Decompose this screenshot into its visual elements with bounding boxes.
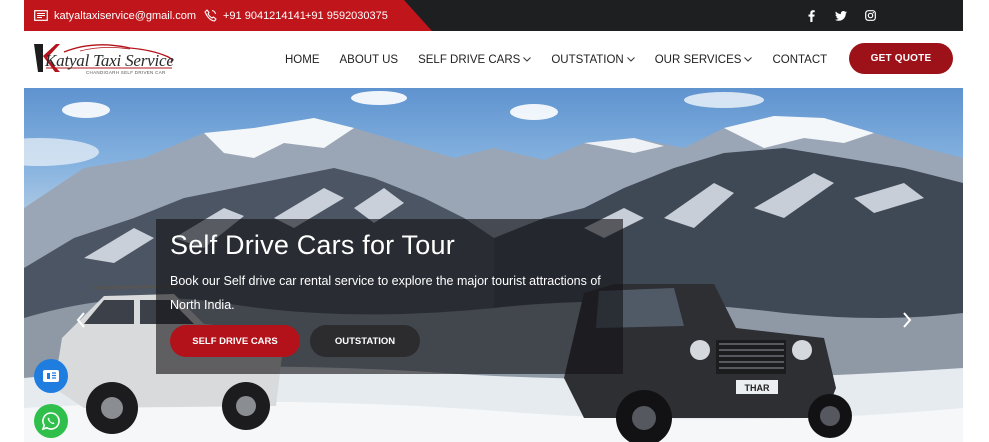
instagram-link[interactable]: [865, 0, 876, 31]
twitter-icon: [835, 10, 847, 21]
top-bar: katyaltaxiservice@gmail.com +91 90412141…: [24, 0, 963, 31]
nav-outstation-label: OUTSTATION: [551, 53, 624, 66]
phone-number-2: +91 9592030375: [305, 9, 388, 22]
phone-link[interactable]: +91 9041214141: [204, 0, 306, 31]
twitter-link[interactable]: [835, 0, 847, 31]
hero-description: Book our Self drive car rental service t…: [170, 274, 601, 312]
logo-name: Katyal Taxi Service: [45, 51, 174, 70]
outstation-button[interactable]: OUTSTATION: [310, 325, 420, 357]
chevron-down-icon: [626, 57, 635, 62]
envelope-icon: [34, 10, 48, 21]
call-float-button[interactable]: [34, 359, 68, 393]
main-navbar: Katyal Taxi Service CHANDIGARH SELF DRIV…: [24, 31, 963, 88]
nav-outstation[interactable]: OUTSTATION: [551, 53, 635, 66]
phone-call-icon: [43, 370, 59, 382]
chevron-down-icon: [744, 57, 753, 62]
facebook-icon: [808, 9, 815, 22]
nav-contact-label: CONTACT: [772, 53, 828, 66]
logo-tagline: CHANDIGARH SELF DRIVEN CAR: [86, 70, 166, 75]
email-text: katyaltaxiservice@gmail.com: [54, 9, 196, 22]
slider-prev-button[interactable]: [70, 308, 92, 332]
chevron-left-icon: [76, 312, 85, 328]
page: katyaltaxiservice@gmail.com +91 90412141…: [0, 0, 989, 442]
nav-menu: HOME ABOUT US SELF DRIVE CARS OUTSTATION…: [285, 31, 847, 88]
hero-title: Self Drive Cars for Tour: [170, 230, 455, 260]
nav-about-us[interactable]: ABOUT US: [340, 54, 399, 66]
facebook-link[interactable]: [808, 0, 815, 31]
nav-contact[interactable]: CONTACT: [772, 54, 827, 66]
nav-services-label: OUR SERVICES: [654, 53, 742, 66]
get-quote-button[interactable]: GET QUOTE: [849, 43, 953, 74]
phone-link-2[interactable]: +91 9592030375: [305, 0, 388, 31]
self-drive-cars-button[interactable]: SELF DRIVE CARS: [170, 325, 300, 357]
instagram-icon: [865, 10, 876, 21]
nav-self-drive-label: SELF DRIVE CARS: [418, 53, 521, 66]
nav-home[interactable]: HOME: [285, 54, 320, 66]
nav-self-drive-cars[interactable]: SELF DRIVE CARS: [418, 53, 532, 66]
phone-number-1: +91 9041214141: [223, 9, 306, 22]
hero-caption-box: Self Drive Cars for Tour Book our Self d…: [156, 219, 623, 374]
whatsapp-icon: [41, 412, 60, 431]
thar-plate-text: THAR: [745, 383, 770, 393]
hero-slider: THAR Self Drive Cars for Tour Book our S…: [24, 88, 963, 442]
site-logo[interactable]: Katyal Taxi Service CHANDIGARH SELF DRIV…: [34, 42, 182, 78]
chevron-right-icon: [903, 312, 912, 328]
phone-icon: [204, 9, 217, 22]
slider-next-button[interactable]: [896, 308, 918, 332]
email-link[interactable]: katyaltaxiservice@gmail.com: [34, 0, 196, 31]
whatsapp-float-button[interactable]: [34, 404, 68, 438]
chevron-down-icon: [523, 57, 532, 62]
nav-home-label: HOME: [285, 53, 320, 66]
nav-about-label: ABOUT US: [339, 53, 399, 66]
nav-our-services[interactable]: OUR SERVICES: [655, 54, 753, 66]
